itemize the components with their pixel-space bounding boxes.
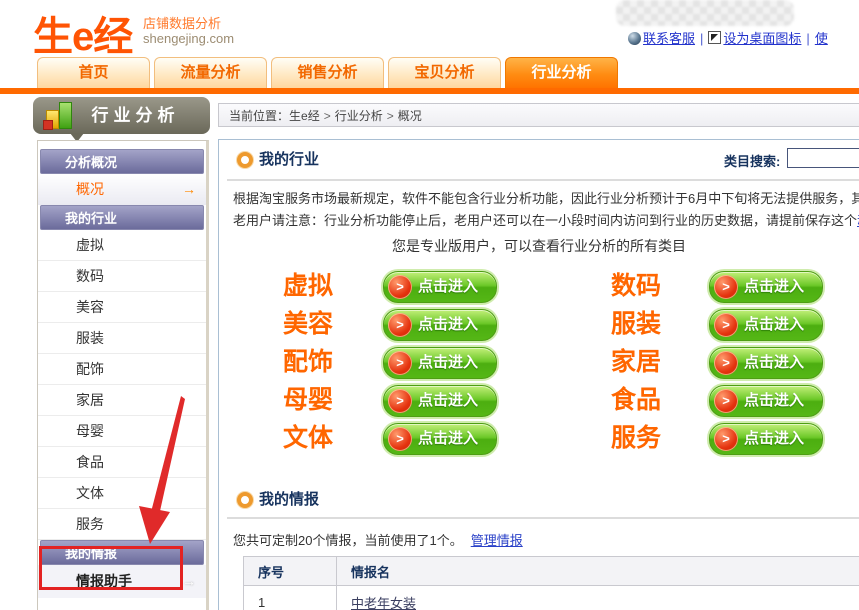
- tab-home[interactable]: 首页: [37, 57, 150, 88]
- sidebar-item-label: 概况: [76, 181, 104, 197]
- sidebar-item-overview[interactable]: 概况 →: [38, 174, 206, 205]
- tab-sales-analysis[interactable]: 销售分析: [271, 57, 384, 88]
- enter-button-beauty[interactable]: >点击进入: [383, 309, 497, 341]
- arrow-circle-icon: >: [714, 389, 738, 413]
- sidebar-section-my-industry: 我的行业: [40, 205, 204, 230]
- manage-intel-link[interactable]: 管理情报: [471, 533, 523, 548]
- sidebar-title-label: 行业分析: [92, 106, 180, 125]
- notice-line-1: 根据淘宝服务市场最新规定，软件不能包含行业分析功能，因此行业分析预计于6月中下旬…: [233, 188, 859, 207]
- enter-button-services[interactable]: >点击进入: [709, 423, 823, 455]
- arrow-circle-icon: >: [714, 275, 738, 299]
- category-row: 配饰 >点击进入 家居 >点击进入: [219, 346, 859, 378]
- category-row: 文体 >点击进入 服务 >点击进入: [219, 422, 859, 454]
- sidebar-section-overview: 分析概况: [40, 149, 204, 174]
- col-header-intel-name: 情报名: [337, 557, 859, 586]
- enter-button-accessories[interactable]: >点击进入: [383, 347, 497, 379]
- app-window: 生e经 店铺数据分析 shengejing.com 联系客服|设为桌面图标|使 …: [0, 0, 859, 610]
- help-link[interactable]: 使: [815, 31, 828, 46]
- breadcrumb-label: 当前位置：: [229, 109, 289, 123]
- arrow-circle-icon: >: [388, 427, 412, 451]
- arrow-circle-icon: >: [714, 313, 738, 337]
- active-arrow-icon: →: [182, 565, 196, 598]
- col-header-index: 序号: [244, 557, 337, 586]
- logo-domain: shengejing.com: [143, 31, 234, 46]
- category-search-input[interactable]: [787, 148, 859, 168]
- arrow-circle-icon: >: [388, 313, 412, 337]
- section-bullet-icon: [237, 152, 253, 168]
- arrow-circle-icon: >: [714, 351, 738, 375]
- enter-button-apparel[interactable]: >点击进入: [709, 309, 823, 341]
- sidebar-title: 行业分析: [33, 97, 210, 134]
- arrow-circle-icon: >: [388, 275, 412, 299]
- table-row: 1 中老年女装: [244, 586, 859, 610]
- breadcrumb: 当前位置：生e经>行业分析>概况: [218, 103, 859, 127]
- cell-index: 1: [244, 586, 337, 610]
- logo-subtitle: 店铺数据分析: [143, 13, 221, 32]
- enter-button-virtual[interactable]: >点击进入: [383, 271, 497, 303]
- category-row: 虚拟 >点击进入 数码 >点击进入: [219, 270, 859, 302]
- tab-industry-analysis[interactable]: 行业分析: [505, 57, 618, 88]
- tab-traffic-analysis[interactable]: 流量分析: [154, 57, 267, 88]
- sidebar-item-add-manage-intel[interactable]: 添加/管理 情报: [38, 603, 206, 610]
- customer-service-icon: [628, 32, 641, 45]
- sidebar-item-virtual[interactable]: 虚拟: [38, 230, 206, 261]
- category-row: 母婴 >点击进入 食品 >点击进入: [219, 384, 859, 416]
- sidebar-item-apparel[interactable]: 服装: [38, 323, 206, 354]
- bar-chart-icon: [43, 101, 79, 131]
- enter-button-food[interactable]: >点击进入: [709, 385, 823, 417]
- sidebar-item-accessories[interactable]: 配饰: [38, 354, 206, 385]
- main-panel: 我的行业 类目搜索: 根据淘宝服务市场最新规定，软件不能包含行业分析功能，因此行…: [218, 139, 859, 610]
- breadcrumb-section[interactable]: 行业分析: [335, 109, 383, 123]
- arrow-circle-icon: >: [388, 351, 412, 375]
- active-arrow-icon: →: [182, 174, 196, 205]
- desktop-shortcut-icon: [708, 31, 721, 44]
- breadcrumb-current: 概况: [398, 109, 422, 123]
- section-divider: [227, 517, 859, 519]
- sidebar-item-beauty[interactable]: 美容: [38, 292, 206, 323]
- contact-service-link[interactable]: 联系客服: [643, 31, 695, 46]
- enter-button-sports[interactable]: >点击进入: [383, 423, 497, 455]
- enter-button-home[interactable]: >点击进入: [709, 347, 823, 379]
- pro-user-text: 您是专业版用户，可以查看行业分析的所有类目: [219, 236, 859, 256]
- intel-table: 序号 情报名 1 中老年女装: [243, 556, 859, 610]
- category-row: 美容 >点击进入 服装 >点击进入: [219, 308, 859, 340]
- redacted-account-area: [616, 0, 794, 26]
- intel-summary: 您共可定制20个情报，当前使用了1个。管理情报: [233, 530, 523, 549]
- app-logo: 生e经: [33, 4, 132, 62]
- table-header-row: 序号 情报名: [244, 557, 859, 586]
- section-divider: [227, 179, 859, 181]
- set-desktop-icon-link[interactable]: 设为桌面图标: [723, 31, 801, 46]
- link-separator: |: [700, 31, 703, 46]
- tab-item-analysis[interactable]: 宝贝分析: [388, 57, 501, 88]
- annotation-arrow: [130, 388, 200, 558]
- category-search-label: 类目搜索:: [724, 151, 780, 170]
- enter-button-digital[interactable]: >点击进入: [709, 271, 823, 303]
- arrow-circle-icon: >: [388, 389, 412, 413]
- section-bullet-icon: [237, 492, 253, 508]
- link-separator: |: [806, 31, 809, 46]
- enter-button-baby[interactable]: >点击进入: [383, 385, 497, 417]
- accent-strip: [0, 88, 859, 94]
- sidebar-item-digital[interactable]: 数码: [38, 261, 206, 292]
- arrow-circle-icon: >: [714, 427, 738, 451]
- header-links: 联系客服 | 设为桌面图标 | 使: [628, 28, 828, 47]
- notice-line-2: 老用户请注意：行业分析功能停止后，老用户还可以在一小段时间内访问到行业的历史数据…: [233, 210, 859, 229]
- intel-item-link[interactable]: 中老年女装: [351, 596, 416, 610]
- industry-section-title: 我的行业: [259, 148, 319, 169]
- main-nav-tabs: 首页 流量分析 销售分析 宝贝分析 行业分析: [37, 57, 618, 88]
- intel-section-title: 我的情报: [259, 488, 319, 509]
- breadcrumb-root[interactable]: 生e经: [289, 109, 320, 123]
